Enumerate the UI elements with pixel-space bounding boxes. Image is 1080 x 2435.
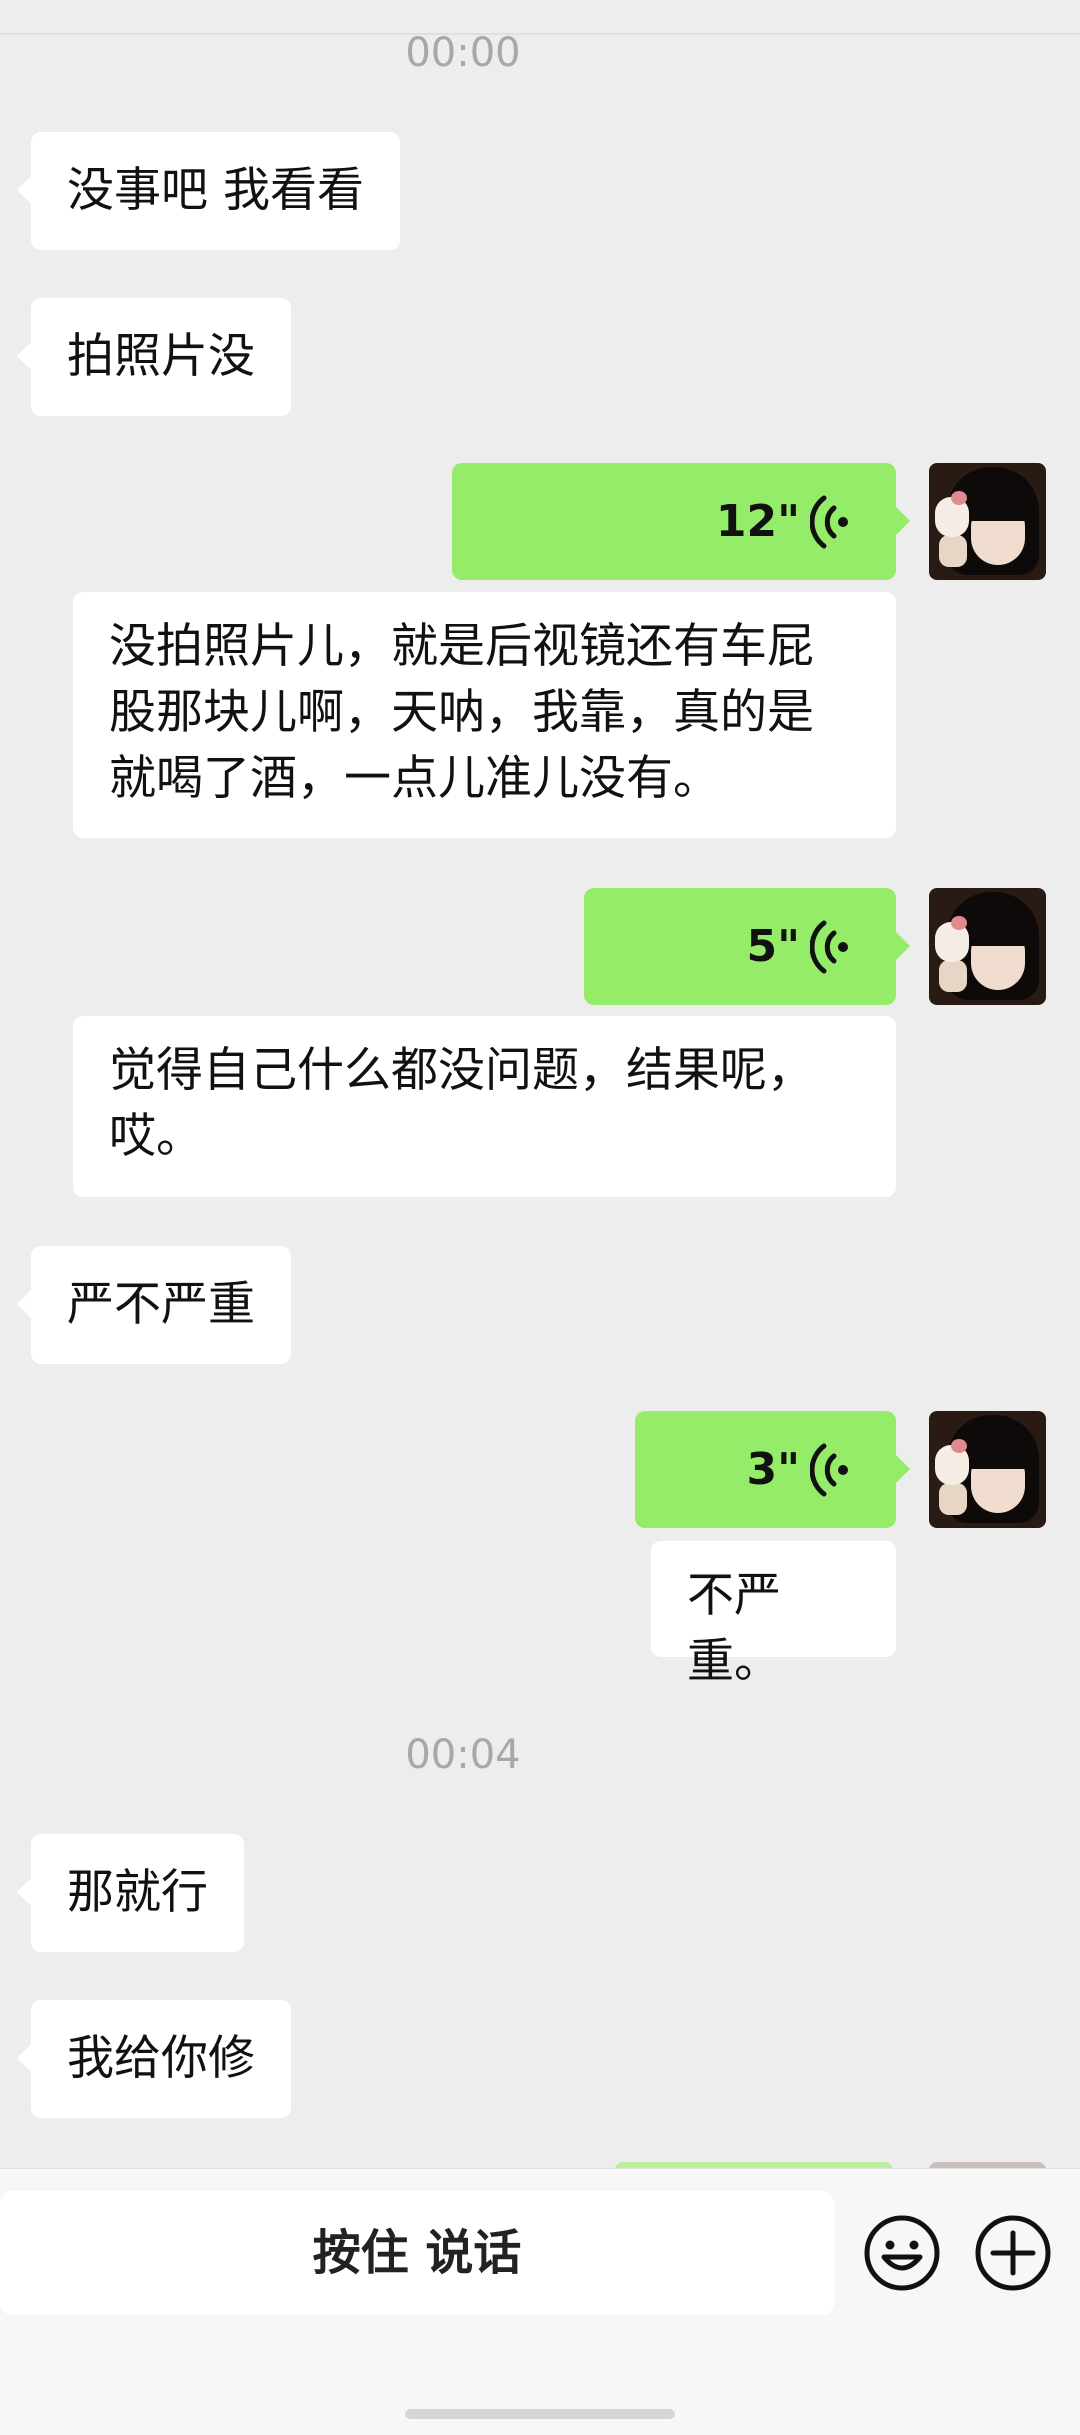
voice-wave-icon [810,1443,848,1497]
voice-transcript: 没拍照片儿，就是后视镜还有车屁 股那块儿啊，天呐，我靠，真的是 就喝了酒，一点儿… [73,592,896,838]
transcript-line: 不严重。 [687,1568,781,1689]
message-bubble-incoming[interactable]: 我给你修 [17,2000,291,2118]
avatar[interactable] [929,463,1046,580]
message-bubble-incoming[interactable]: 拍照片没 [17,298,291,416]
avatar[interactable] [929,1411,1046,1528]
avatar[interactable] [929,888,1046,1005]
transcript-line: 觉得自己什么都没问题，结果呢， [109,1043,814,1098]
message-text: 拍照片没 [67,329,255,384]
timestamp: 00:00 [405,30,521,76]
voice-transcript: 觉得自己什么都没问题，结果呢， 哎。 [73,1016,896,1197]
plus-icon[interactable] [973,2213,1053,2293]
voice-duration: 3" [746,1444,800,1495]
message-bubble-incoming[interactable]: 严不严重 [17,1246,291,1364]
message-text: 那就行 [67,1865,208,1920]
voice-message-bubble[interactable]: 12" [452,463,910,580]
message-bubble-incoming[interactable]: 没事吧 我看看 [17,132,400,250]
voice-message-bubble[interactable]: 5" [584,888,910,1005]
voice-message-bubble[interactable]: 3" [635,1411,910,1528]
voice-duration: 5" [746,921,800,972]
transcript-line: 没拍照片儿，就是后视镜还有车屁 [109,619,814,674]
transcript-line: 就喝了酒，一点儿准儿没有。 [109,751,720,806]
emoji-icon[interactable] [862,2213,942,2293]
voice-wave-icon [810,920,848,974]
message-text: 没事吧 我看看 [67,163,364,218]
voice-duration: 12" [715,496,800,547]
input-bar: 按住 说话 [0,2168,1080,2435]
voice-wave-icon [810,495,848,549]
timestamp: 00:04 [405,1732,521,1778]
transcript-line: 哎。 [109,1109,203,1164]
hold-to-talk-button[interactable]: 按住 说话 [0,2191,834,2315]
message-bubble-incoming[interactable]: 那就行 [17,1834,244,1952]
message-text: 我给你修 [67,2031,255,2086]
home-indicator [405,2409,675,2419]
transcript-line: 股那块儿啊，天呐，我靠，真的是 [109,685,814,740]
voice-transcript: 不严重。 [651,1541,896,1689]
message-text: 严不严重 [67,1277,255,1332]
